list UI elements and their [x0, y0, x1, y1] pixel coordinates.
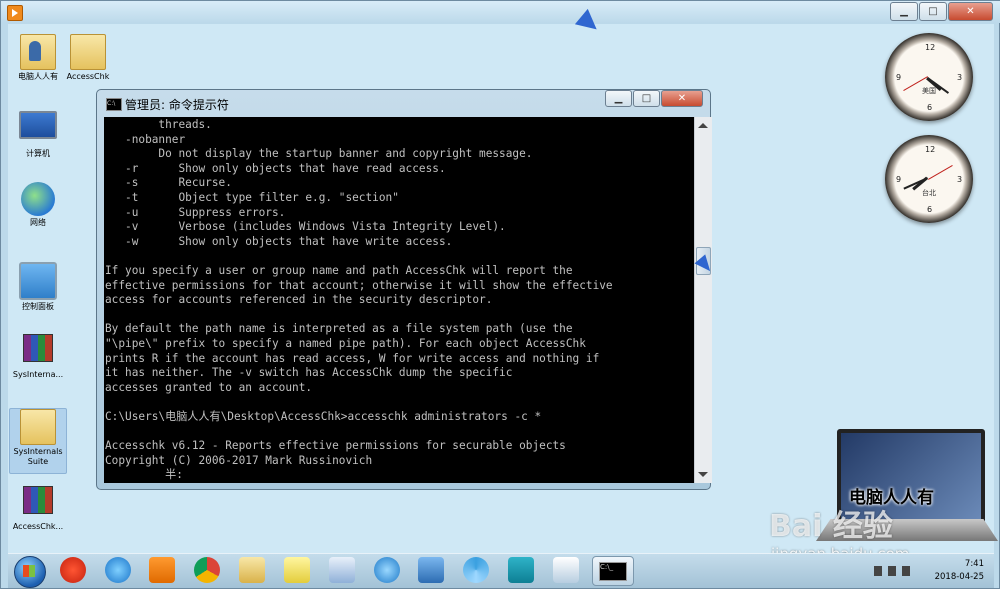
start-button[interactable] — [14, 556, 46, 588]
desktop-icon-sysinternals-archive[interactable]: SysInterna... — [10, 334, 66, 380]
cmd-minimize-button[interactable]: ▁ — [605, 90, 632, 107]
console-output[interactable]: threads. -nobanner Do not display the st… — [104, 117, 694, 483]
desktop-icon-computer[interactable]: 计算机 — [10, 111, 66, 159]
system-tray: 7:41 2018-04-25 — [874, 556, 984, 586]
cmd-taskbar-button[interactable]: C:\_ — [592, 556, 634, 586]
folder-icon — [20, 409, 56, 445]
qq-icon[interactable] — [374, 557, 400, 583]
files-icon[interactable] — [329, 557, 355, 583]
cmd-window-controls: ▁ □ ✕ — [604, 90, 703, 107]
cmd-icon: C:\ — [106, 98, 122, 111]
desktop-icon-label: SysInterna... — [12, 370, 64, 379]
winrar-icon — [23, 486, 53, 514]
desktop-icon-label: AccessChk — [66, 72, 110, 81]
taskbar: C:\_ 7:41 2018-04-25 — [8, 553, 994, 588]
desktop-icon-network[interactable]: 网络 — [10, 182, 66, 228]
player-app-icon — [7, 5, 23, 21]
desktop-icon-accesschk-folder[interactable]: AccessChk — [60, 34, 116, 82]
desktop-icon-label: AccessChk... — [12, 522, 64, 531]
folder-icon — [70, 34, 106, 70]
desktop-icon-label: 电脑人人有 — [18, 72, 58, 81]
clock-city-label: 美国 — [922, 87, 936, 95]
notes-icon[interactable] — [284, 557, 310, 583]
tray-clock[interactable]: 7:41 2018-04-25 — [935, 558, 984, 584]
cmd-window-title: 管理员: 命令提示符 — [125, 98, 229, 112]
pinwheel-icon[interactable] — [463, 557, 489, 583]
winrar-icon — [23, 334, 53, 362]
tray-time: 7:41 — [964, 559, 984, 569]
vertical-scrollbar[interactable] — [694, 117, 712, 483]
ie-icon[interactable] — [105, 557, 131, 583]
clock-gadget-2[interactable]: 12 3 6 9 台北 — [885, 135, 973, 223]
desktop-icon-user-folder[interactable]: 电脑人人有 — [10, 34, 66, 82]
cmd-window[interactable]: C:\ 管理员: 命令提示符 ▁ □ ✕ threads. -nobanner … — [96, 89, 712, 490]
desktop-icon-label: 计算机 — [26, 149, 50, 158]
outer-window-controls: ▁ □ ✕ — [889, 2, 993, 21]
media-player-icon[interactable] — [149, 557, 175, 583]
network-icon — [21, 182, 55, 216]
explorer-icon[interactable] — [239, 557, 265, 583]
outer-titlebar[interactable]: ▁ □ ✕ — [1, 1, 1000, 23]
baidu-watermark: Bai 经验 — [769, 509, 893, 544]
paint-icon[interactable] — [553, 557, 579, 583]
clock-city-label: 台北 — [922, 189, 936, 197]
browser-360-icon[interactable] — [60, 557, 86, 583]
computer-icon — [19, 111, 57, 139]
desktop-icon-label: 控制面板 — [22, 302, 54, 311]
chrome-icon[interactable] — [194, 557, 220, 583]
minimize-button[interactable]: ▁ — [890, 2, 918, 21]
volume-icon[interactable] — [888, 566, 896, 576]
desktop-icon-control-panel[interactable]: 控制面板 — [10, 262, 66, 312]
scroll-down-icon[interactable] — [698, 472, 708, 477]
cmd-close-button[interactable]: ✕ — [661, 90, 703, 107]
clock-gadget-1[interactable]: 12 3 6 9 美国 — [885, 33, 973, 121]
maximize-button[interactable]: □ — [919, 2, 947, 21]
screen-icon[interactable] — [418, 557, 444, 583]
headset-icon[interactable] — [508, 557, 534, 583]
desktop-icon-accesschk-archive[interactable]: AccessChk... — [10, 486, 66, 532]
console-text: threads. -nobanner Do not display the st… — [105, 118, 613, 482]
user-folder-icon — [20, 34, 56, 70]
desktop-icon-label: 网络 — [30, 218, 46, 227]
scroll-up-icon[interactable] — [698, 123, 708, 128]
flag-icon[interactable] — [874, 566, 882, 576]
outer-window: ▁ □ ✕ 电脑人人有 AccessChk 计算机 网络 控制面板 SysInt… — [0, 0, 1000, 589]
tray-date: 2018-04-25 — [934, 572, 984, 582]
control-panel-icon — [19, 262, 57, 300]
network-status-icon[interactable] — [902, 566, 910, 576]
desktop-icon-label: SysInternals Suite — [13, 447, 63, 466]
second-hand — [928, 165, 953, 180]
close-button[interactable]: ✕ — [948, 2, 993, 21]
cmd-maximize-button[interactable]: □ — [633, 90, 660, 107]
cmd-icon: C:\_ — [599, 562, 627, 581]
desktop-icon-sysinternals-folder[interactable]: SysInternals Suite — [9, 408, 67, 474]
